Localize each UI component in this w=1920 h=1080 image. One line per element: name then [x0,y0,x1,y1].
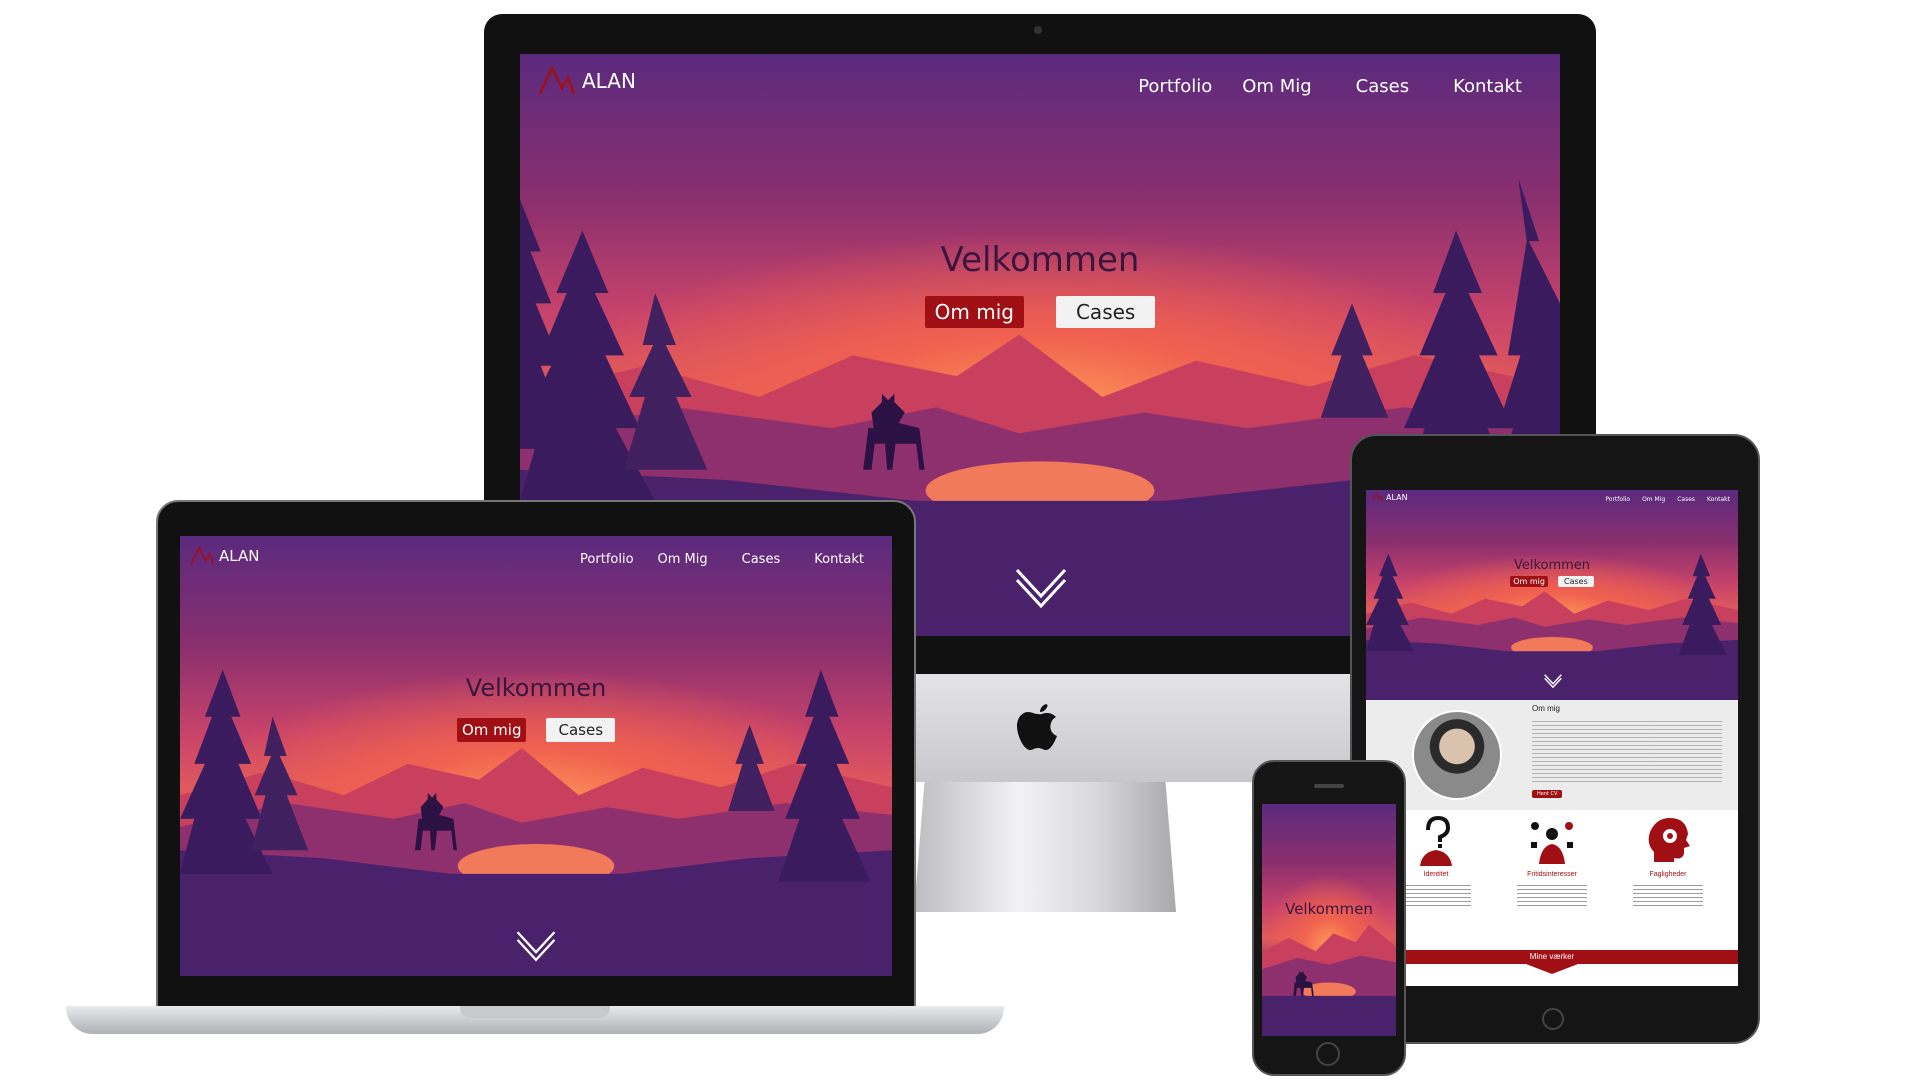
nav-portfolio[interactable]: Portfolio [1138,76,1212,97]
nav-kontakt[interactable]: Kontakt [1453,76,1522,97]
hero-title: Velkommen [940,240,1140,280]
hero-buttons: Om mig Cases [520,296,1560,328]
site-logo[interactable]: ALAN [1372,492,1408,502]
features-section: Identitet Fritidsinteresser Fagligheder [1366,810,1738,950]
works-banner-label: Mine værker [1529,952,1575,961]
about-text-lines [1532,718,1722,784]
site-logo[interactable]: ALAN [538,64,636,98]
feature-text-lines [1633,882,1703,906]
works-banner-arrow [1526,964,1578,974]
hobbies-icon [1531,822,1573,864]
head-gear-icon [1648,818,1690,862]
avatar [1412,710,1502,800]
nav-om-mig[interactable]: Om Mig [1642,496,1665,503]
about-heading: Om mig [1532,704,1560,713]
logo-text: ALAN [582,69,636,93]
works-banner: Mine værker [1366,950,1738,964]
scroll-down-chevron-icon[interactable] [516,930,556,962]
apple-logo-icon [1016,700,1060,752]
nav-portfolio[interactable]: Portfolio [580,552,633,567]
tablet-screen: ALAN Portfolio Om Mig Cases Kontakt Velk… [1366,490,1738,986]
cv-button[interactable]: Hent CV [1532,790,1563,798]
phone-speaker [1314,784,1344,788]
phone-home-button[interactable] [1316,1042,1340,1066]
cases-button[interactable]: Cases [546,718,616,742]
om-mig-button[interactable]: Om mig [924,296,1024,328]
site-logo[interactable]: ALAN [190,544,259,568]
hero-title: Velkommen [1285,900,1373,918]
logo-mark-icon [538,65,576,95]
nav-kontakt[interactable]: Kontakt [1707,496,1730,503]
hero-title: Velkommen [465,674,607,702]
logo-text: ALAN [219,547,260,565]
cases-button[interactable]: Cases [1055,296,1156,328]
imac-camera-icon [1034,26,1042,34]
feature-text-lines [1517,882,1587,906]
laptop-notch [460,1006,610,1018]
feature-label: Fritidsinteresser [1527,871,1577,878]
cases-button[interactable]: Cases [1557,576,1594,587]
nav-om-mig[interactable]: Om Mig [658,552,708,567]
laptop-screen: ALAN Portfolio Om Mig Cases Kontakt Velk… [180,536,892,976]
main-nav: Portfolio Om Mig Cases Kontakt [1605,496,1730,503]
hero-title: Velkommen [1513,558,1591,573]
feature-label: Fagligheder [1649,871,1687,878]
nav-kontakt[interactable]: Kontakt [814,552,864,567]
hero-buttons: Om mig Cases [1366,576,1738,587]
om-mig-button[interactable]: Om mig [456,718,527,742]
nav-portfolio[interactable]: Portfolio [1605,496,1630,503]
nav-cases[interactable]: Cases [1356,76,1409,97]
feature-fagligheder: Fagligheder [1618,816,1718,906]
tablet-hero: ALAN Portfolio Om Mig Cases Kontakt Velk… [1366,490,1738,700]
imac-stand [914,782,1176,912]
landscape-illustration [1262,924,1396,1036]
logo-text: ALAN [1386,492,1408,502]
scroll-down-chevron-icon[interactable] [1544,674,1562,688]
main-nav: Portfolio Om Mig Cases Kontakt [1138,76,1522,97]
landscape-illustration [180,669,892,976]
nav-cases[interactable]: Cases [742,552,781,567]
nav-om-mig[interactable]: Om Mig [1242,76,1311,97]
hero-buttons: Om mig Cases [180,718,892,742]
phone-screen: Velkommen [1262,804,1396,1036]
about-section: Om mig Hent CV [1366,700,1738,810]
scroll-down-chevron-icon[interactable] [1015,568,1067,608]
logo-mark-icon [1372,492,1384,502]
feature-fritidsinteresser: Fritidsinteresser [1502,816,1602,906]
main-nav: Portfolio Om Mig Cases Kontakt [580,552,864,567]
landscape-illustration [1366,553,1738,700]
feature-text-lines [1401,882,1471,906]
logo-mark-icon [190,545,215,565]
om-mig-button[interactable]: Om mig [1510,576,1548,587]
question-person-icon [1420,815,1452,866]
nav-cases[interactable]: Cases [1677,496,1695,503]
tablet-home-button[interactable] [1542,1008,1564,1030]
